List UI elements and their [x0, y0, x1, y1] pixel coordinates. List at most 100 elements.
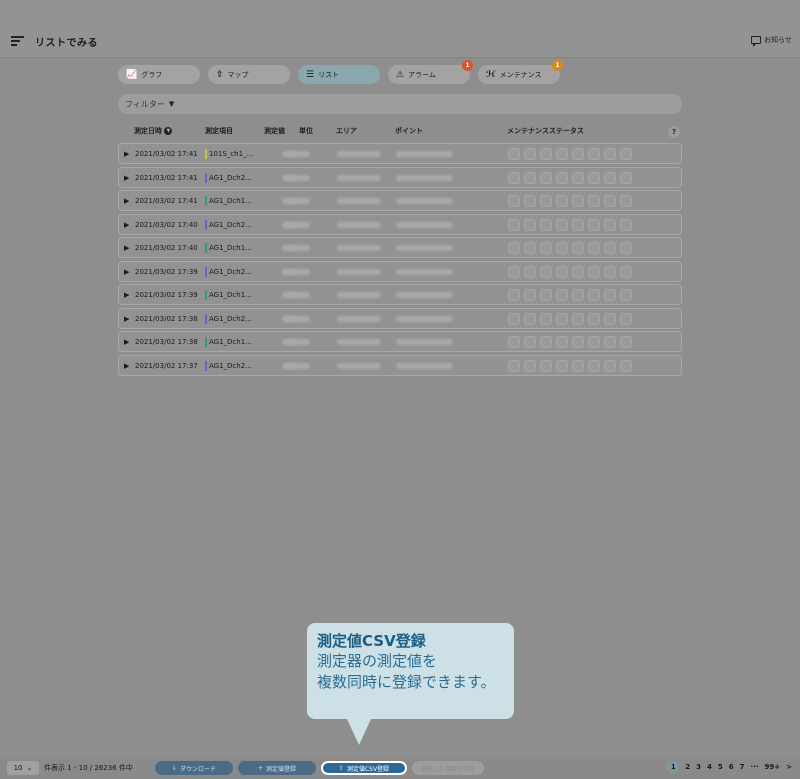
- status-icon[interactable]: [572, 312, 584, 325]
- page-link[interactable]: 99+: [765, 763, 781, 771]
- status-icon[interactable]: [540, 265, 552, 278]
- expand-icon[interactable]: ▶: [124, 197, 129, 205]
- status-icon[interactable]: [620, 195, 632, 207]
- status-icon[interactable]: [620, 336, 632, 348]
- status-icon[interactable]: [556, 312, 568, 325]
- status-icon[interactable]: [588, 218, 600, 231]
- table-row[interactable]: ▶ 2021/03/02 17:41 101S_ch1_...: [118, 143, 682, 164]
- status-icon[interactable]: [508, 359, 520, 372]
- table-row[interactable]: ▶ 2021/03/02 17:40 AG1_Dch2...: [118, 213, 682, 235]
- status-icon[interactable]: [556, 265, 568, 278]
- tab-alarm[interactable]: ⚠ アラーム 1: [388, 60, 473, 84]
- status-icon[interactable]: [620, 218, 632, 231]
- status-icon[interactable]: [604, 359, 616, 372]
- table-row[interactable]: ▶ 2021/03/02 17:39 AG1_Dch2...: [118, 260, 682, 282]
- status-icon[interactable]: [524, 265, 536, 278]
- status-icon[interactable]: [572, 195, 584, 207]
- status-icon[interactable]: [572, 336, 584, 348]
- notice-button[interactable]: お知らせ: [751, 35, 792, 47]
- tab-maintenance[interactable]: ℋ メンテナンス 1: [478, 60, 563, 84]
- status-icon[interactable]: [524, 218, 536, 231]
- csv-register-button[interactable]: ⇪ 測定値CSV登録: [321, 761, 407, 775]
- per-page-select[interactable]: 10 ⌄: [7, 761, 39, 775]
- status-icon[interactable]: [524, 148, 536, 160]
- status-icon[interactable]: [572, 171, 584, 184]
- filter-bar[interactable]: フィルター ▼: [118, 94, 682, 114]
- tab-map[interactable]: ⇪ マップ: [208, 65, 290, 84]
- status-icon[interactable]: [588, 195, 600, 207]
- expand-icon[interactable]: ▶: [124, 174, 129, 182]
- status-icon[interactable]: [508, 148, 520, 160]
- table-row[interactable]: ▶ 2021/03/02 17:39 AG1_Dch1...: [118, 284, 682, 305]
- status-icon[interactable]: [620, 359, 632, 372]
- status-icon[interactable]: [604, 289, 616, 301]
- expand-icon[interactable]: ▶: [124, 221, 129, 229]
- status-icon[interactable]: [588, 336, 600, 348]
- page-link[interactable]: 3: [696, 763, 701, 771]
- hamburger-menu-icon[interactable]: [11, 36, 24, 46]
- status-icon[interactable]: [620, 312, 632, 325]
- delete-selected-button[interactable]: 選択した項目を削除: [412, 761, 484, 775]
- page-link[interactable]: 7: [740, 763, 745, 771]
- status-icon[interactable]: [620, 148, 632, 160]
- status-icon[interactable]: [540, 218, 552, 231]
- tab-graph[interactable]: 📈 グラフ: [118, 65, 200, 84]
- tab-list[interactable]: ☰ リスト: [298, 65, 380, 84]
- page-current[interactable]: 1: [667, 761, 680, 773]
- status-icon[interactable]: [572, 148, 584, 160]
- status-icon[interactable]: [620, 242, 632, 254]
- status-icon[interactable]: [540, 242, 552, 254]
- status-icon[interactable]: [556, 148, 568, 160]
- expand-icon[interactable]: ▶: [124, 150, 129, 158]
- status-icon[interactable]: [604, 336, 616, 348]
- status-icon[interactable]: [524, 289, 536, 301]
- status-icon[interactable]: [524, 336, 536, 348]
- status-icon[interactable]: [620, 171, 632, 184]
- status-icon[interactable]: [588, 312, 600, 325]
- status-icon[interactable]: [508, 289, 520, 301]
- status-icon[interactable]: [620, 289, 632, 301]
- status-icon[interactable]: [572, 359, 584, 372]
- status-icon[interactable]: [524, 195, 536, 207]
- status-icon[interactable]: [604, 148, 616, 160]
- status-icon[interactable]: [524, 171, 536, 184]
- status-icon[interactable]: [572, 218, 584, 231]
- status-icon[interactable]: [508, 218, 520, 231]
- table-row[interactable]: ▶ 2021/03/02 17:40 AG1_Dch1...: [118, 237, 682, 258]
- status-icon[interactable]: [572, 265, 584, 278]
- register-value-button[interactable]: + 測定値登録: [238, 761, 316, 775]
- status-icon[interactable]: [620, 265, 632, 278]
- status-icon[interactable]: [540, 312, 552, 325]
- status-icon[interactable]: [604, 242, 616, 254]
- expand-icon[interactable]: ▶: [124, 268, 129, 276]
- expand-icon[interactable]: ▶: [124, 338, 129, 346]
- column-date[interactable]: 測定日時 ▼: [134, 126, 173, 136]
- status-icon[interactable]: [604, 195, 616, 207]
- page-link[interactable]: 5: [718, 763, 723, 771]
- status-icon[interactable]: [588, 359, 600, 372]
- page-link[interactable]: ···: [751, 763, 759, 771]
- table-row[interactable]: ▶ 2021/03/02 17:38 AG1_Dch1...: [118, 331, 682, 352]
- status-icon[interactable]: [588, 289, 600, 301]
- status-icon[interactable]: [540, 289, 552, 301]
- status-icon[interactable]: [524, 242, 536, 254]
- status-icon[interactable]: [604, 171, 616, 184]
- page-link[interactable]: 4: [707, 763, 712, 771]
- status-icon[interactable]: [540, 336, 552, 348]
- status-icon[interactable]: [508, 265, 520, 278]
- expand-icon[interactable]: ▶: [124, 244, 129, 252]
- status-icon[interactable]: [508, 336, 520, 348]
- status-icon[interactable]: [524, 312, 536, 325]
- status-icon[interactable]: [556, 218, 568, 231]
- status-icon[interactable]: [588, 242, 600, 254]
- status-icon[interactable]: [556, 359, 568, 372]
- page-link[interactable]: >: [786, 763, 792, 771]
- table-row[interactable]: ▶ 2021/03/02 17:38 AG1_Dch2...: [118, 307, 682, 329]
- status-icon[interactable]: [588, 148, 600, 160]
- status-icon[interactable]: [556, 289, 568, 301]
- status-icon[interactable]: [540, 195, 552, 207]
- table-row[interactable]: ▶ 2021/03/02 17:37 AG1_Dch2...: [118, 354, 682, 376]
- status-icon[interactable]: [556, 195, 568, 207]
- status-icon[interactable]: [588, 171, 600, 184]
- expand-icon[interactable]: ▶: [124, 315, 129, 323]
